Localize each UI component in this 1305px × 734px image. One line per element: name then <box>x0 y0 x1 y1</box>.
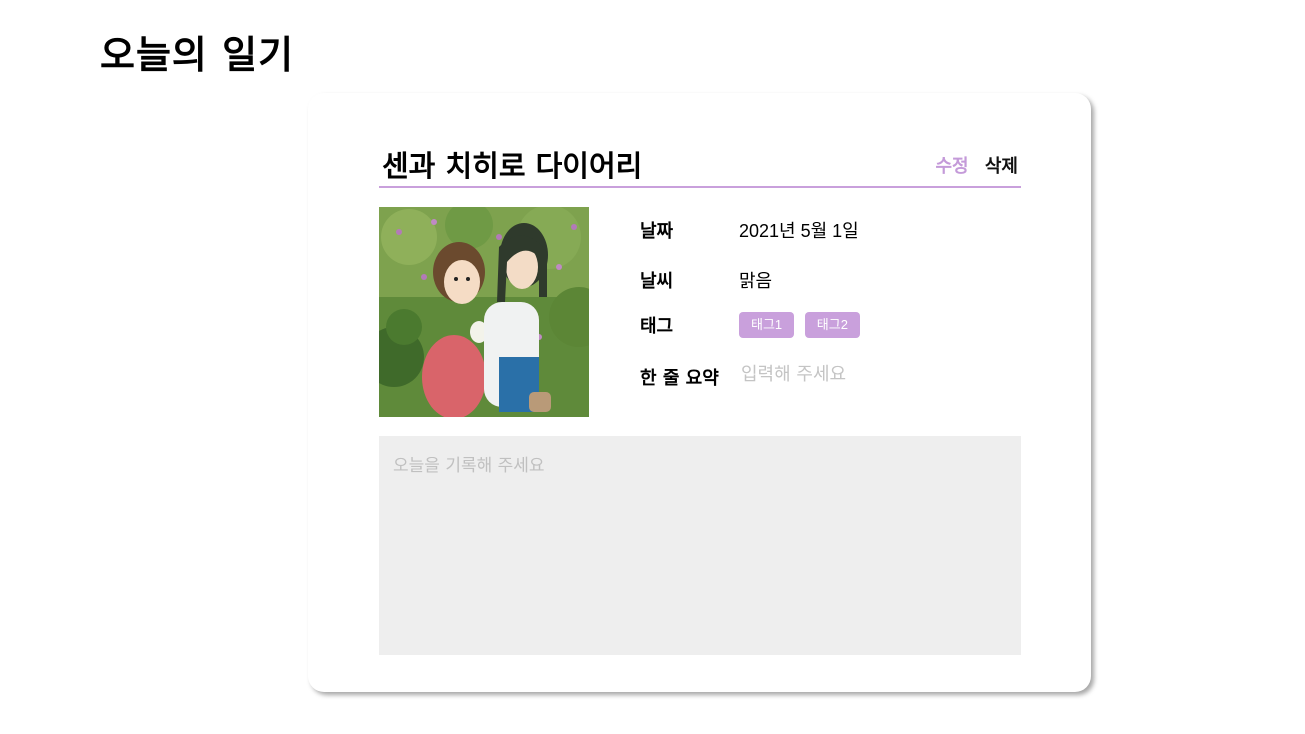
date-value: 2021년 5월 1일 <box>739 221 859 241</box>
summary-input[interactable] <box>741 360 1001 388</box>
weather-value: 맑음 <box>739 271 773 291</box>
date-label: 날짜 <box>640 221 674 242</box>
diary-image-illustration <box>379 207 589 417</box>
page-title: 오늘의 일기 <box>100 33 295 77</box>
diary-actions: 수정 삭제 <box>935 152 1018 178</box>
summary-label: 한 줄 요약 <box>640 368 719 389</box>
diary-image <box>379 207 589 417</box>
diary-header: 센과 치히로 다이어리 수정 삭제 <box>379 141 1021 188</box>
diary-card: 센과 치히로 다이어리 수정 삭제 날짜 2021년 5월 1일 날씨 맑음 태… <box>308 93 1091 692</box>
diary-body-textarea[interactable] <box>379 436 1021 655</box>
tags-label: 태그 <box>640 316 674 337</box>
tag-list: 태그1 태그2 <box>739 312 867 338</box>
tag-chip[interactable]: 태그1 <box>739 312 795 338</box>
weather-label: 날씨 <box>640 271 674 292</box>
tag-chip[interactable]: 태그2 <box>804 312 860 338</box>
diary-title: 센과 치히로 다이어리 <box>382 149 643 183</box>
delete-button[interactable]: 삭제 <box>985 156 1018 177</box>
edit-button[interactable]: 수정 <box>935 156 968 177</box>
